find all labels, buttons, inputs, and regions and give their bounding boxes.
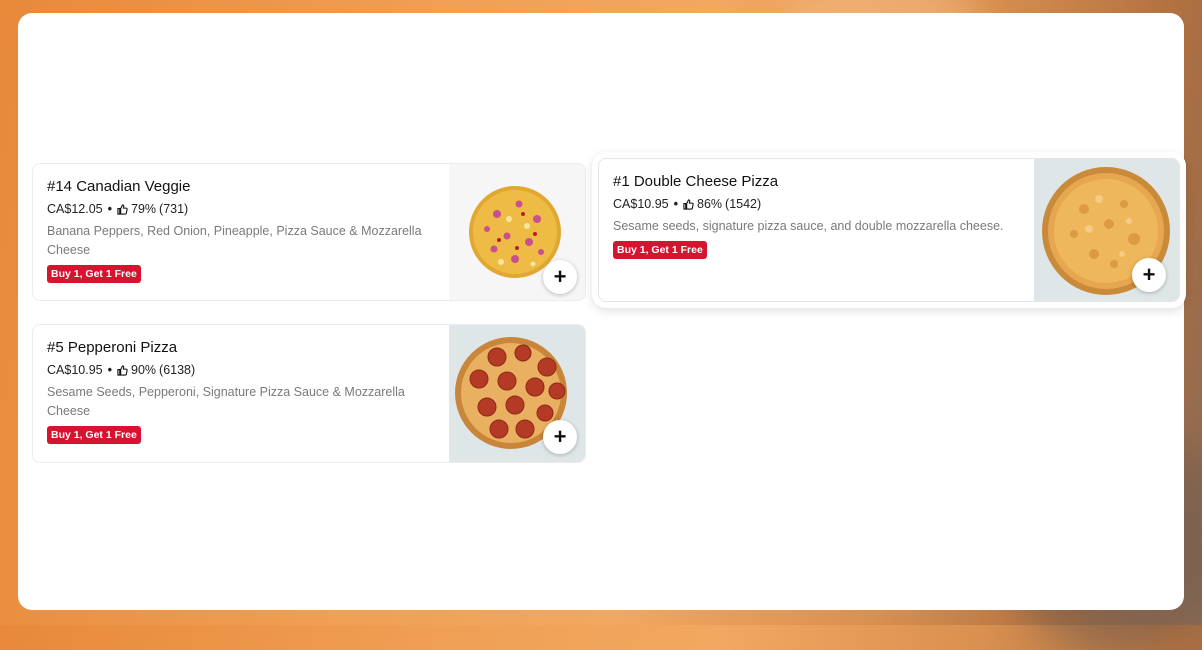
item-image-area: + — [1034, 159, 1179, 301]
item-title: #1 Double Cheese Pizza — [613, 173, 779, 190]
item-description: Banana Peppers, Red Onion, Pineapple, Pi… — [47, 224, 422, 257]
item-description: Sesame seeds, signature pizza sauce, and… — [613, 219, 1004, 233]
item-title: #14 Canadian Veggie — [47, 178, 191, 195]
item-review-count: (1542) — [725, 197, 762, 211]
add-to-cart-button[interactable]: + — [1132, 258, 1166, 292]
item-review-count: (731) — [159, 202, 189, 216]
item-meta: CA$10.95 • 90% (6138) — [47, 363, 447, 377]
item-review-count: (6138) — [159, 363, 196, 377]
item-description: Sesame Seeds, Pepperoni, Signature Pizza… — [47, 385, 405, 418]
thumbs-up-icon — [117, 364, 128, 376]
menu-item-card[interactable]: #1 Double Cheese Pizza CA$10.95 • 86% (1… — [598, 158, 1180, 302]
item-rating: 79% — [131, 202, 157, 216]
promo-badge: Buy 1, Get 1 Free — [47, 426, 141, 444]
thumbs-up-icon — [683, 198, 694, 210]
item-image-area: + — [449, 325, 585, 462]
promo-badge: Buy 1, Get 1 Free — [613, 241, 707, 259]
item-title: #5 Pepperoni Pizza — [47, 339, 178, 356]
menu-item-card[interactable]: #14 Canadian Veggie CA$12.05 • 79% (731)… — [32, 163, 586, 301]
item-price: CA$10.95 — [613, 197, 669, 211]
item-rating: 86% — [697, 197, 723, 211]
item-meta: CA$10.95 • 86% (1542) — [613, 197, 1013, 211]
separator-dot: • — [673, 197, 678, 211]
item-meta: CA$12.05 • 79% (731) — [47, 202, 447, 216]
item-rating: 90% — [131, 363, 157, 377]
menu-panel: #14 Canadian Veggie CA$12.05 • 79% (731)… — [18, 13, 1184, 610]
add-to-cart-button[interactable]: + — [543, 260, 577, 294]
add-to-cart-button[interactable]: + — [543, 420, 577, 454]
menu-item-card[interactable]: #5 Pepperoni Pizza CA$10.95 • 90% (6138)… — [32, 324, 586, 463]
item-image-area: + — [449, 164, 585, 300]
item-price: CA$10.95 — [47, 363, 103, 377]
item-price: CA$12.05 — [47, 202, 103, 216]
promo-badge: Buy 1, Get 1 Free — [47, 265, 141, 283]
separator-dot: • — [107, 363, 112, 377]
separator-dot: • — [107, 202, 112, 216]
thumbs-up-icon — [117, 203, 128, 215]
